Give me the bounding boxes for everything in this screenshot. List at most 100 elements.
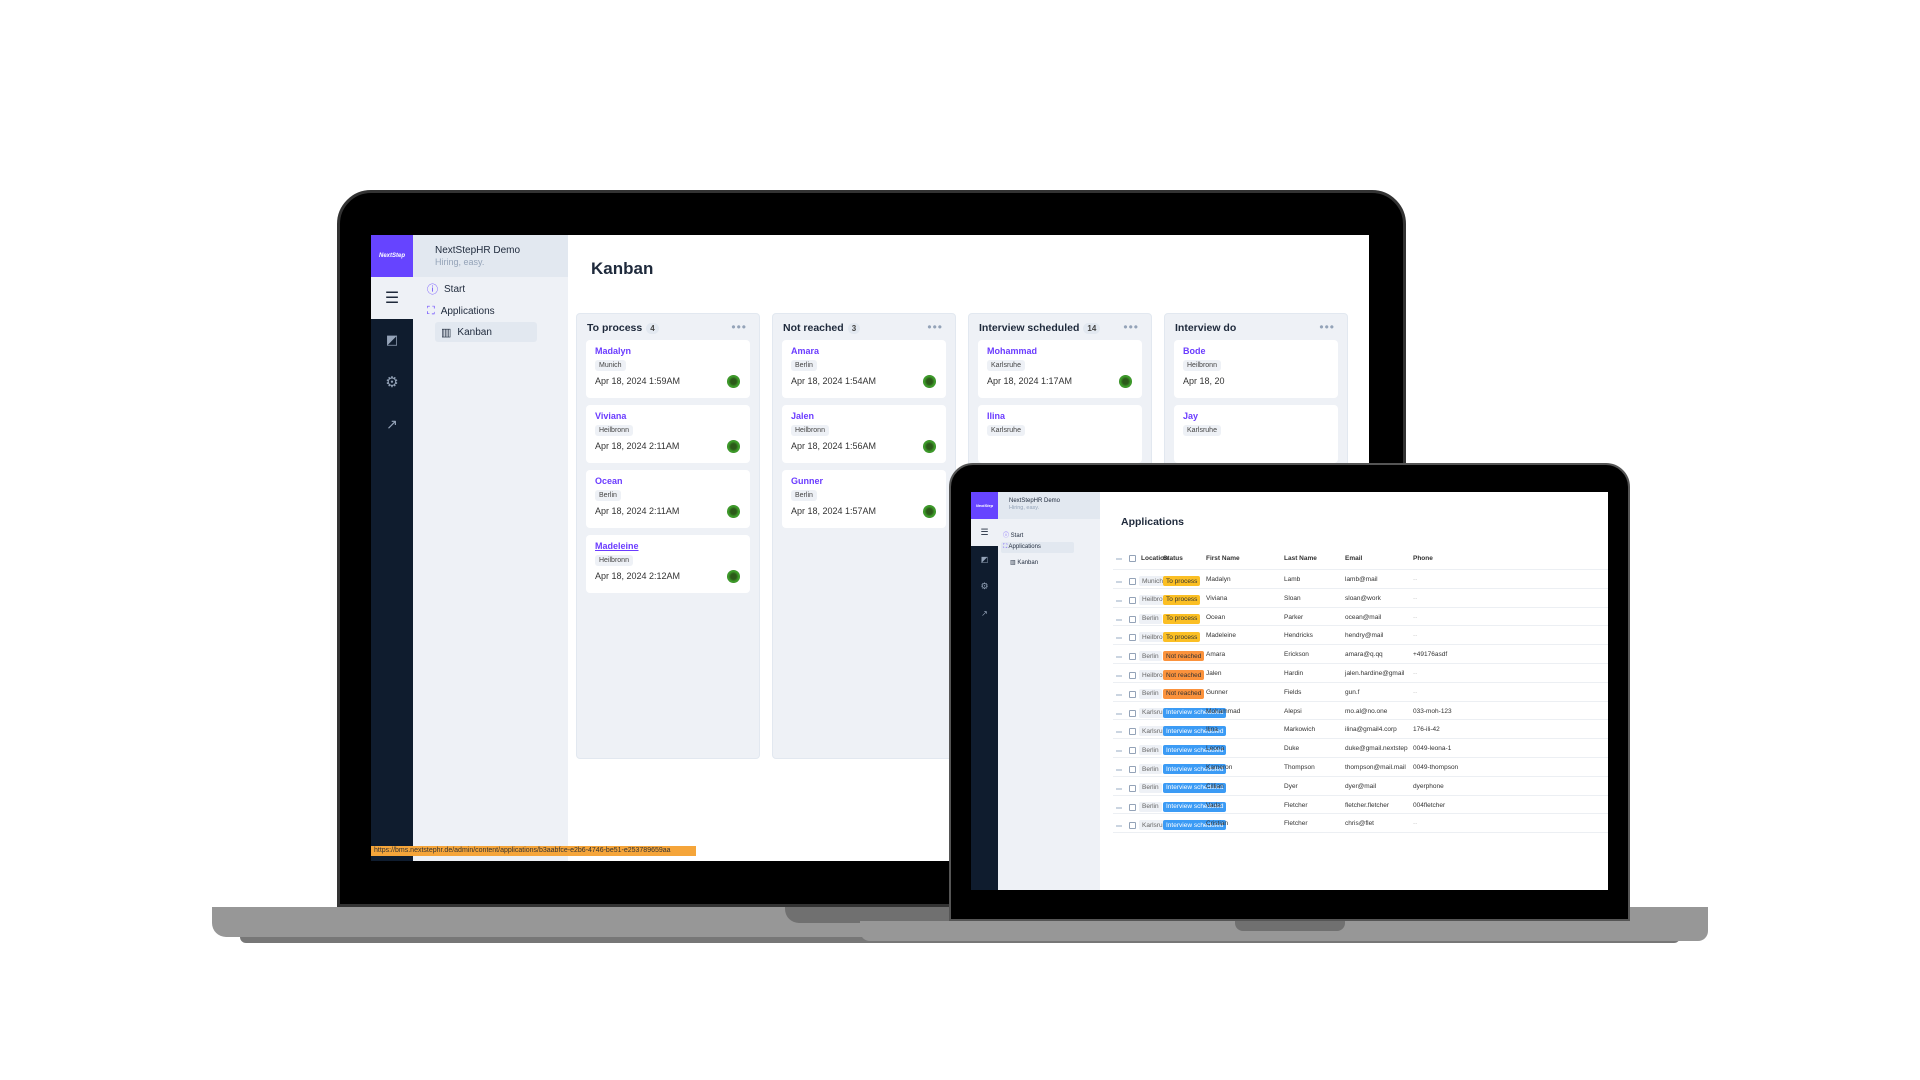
column-header[interactable]: Status xyxy=(1163,555,1183,562)
candidate-name[interactable]: Mohammad xyxy=(987,346,1037,356)
drag-handle-icon[interactable] xyxy=(1116,787,1122,790)
more-options-icon[interactable]: ••• xyxy=(731,320,747,334)
more-options-icon[interactable]: ••• xyxy=(1319,320,1335,334)
nav-item-applications[interactable]: ⛶ Applications xyxy=(1001,542,1074,553)
application-card[interactable]: Amara Berlin Apr 18, 2024 1:54AM xyxy=(782,340,946,398)
application-card[interactable]: Ilina Karlsruhe xyxy=(978,405,1142,463)
row-checkbox[interactable] xyxy=(1129,596,1136,604)
gear-icon[interactable]: ⚙ xyxy=(371,361,413,403)
gear-icon[interactable]: ⚙ xyxy=(971,573,998,600)
drag-handle-icon[interactable] xyxy=(1116,712,1122,715)
candidate-name[interactable]: Madalyn xyxy=(595,346,631,356)
table-row[interactable]: Berlin Interview scheduled Leona Duke duke@g… xyxy=(1113,739,1608,758)
row-checkbox[interactable] xyxy=(1129,690,1136,698)
nav-item-label: Kanban xyxy=(1017,560,1039,566)
application-card[interactable]: Viviana Heilbronn Apr 18, 2024 2:11AM xyxy=(586,405,750,463)
application-card[interactable]: Mohammad Karlsruhe Apr 18, 2024 1:17AM xyxy=(978,340,1142,398)
nav-item-start[interactable]: ⓘ Start xyxy=(427,280,557,298)
drag-handle-icon[interactable] xyxy=(1116,769,1122,771)
row-checkbox[interactable] xyxy=(1129,766,1136,773)
row-checkbox[interactable] xyxy=(1129,728,1136,736)
table-row[interactable]: Berlin Interview scheduled Kameron Thompson… xyxy=(1113,758,1608,777)
sort-icon[interactable] xyxy=(1116,558,1122,560)
table-row[interactable]: Berlin Interview scheduled Cillian Dyer dyer… xyxy=(1113,777,1608,796)
candidate-name[interactable]: Ocean xyxy=(595,476,623,486)
table-row[interactable]: Heilbronn To process Viviana Sloan sloan@wor… xyxy=(1113,589,1608,608)
application-card[interactable]: Ocean Berlin Apr 18, 2024 2:11AM xyxy=(586,470,750,528)
rail-item-content[interactable]: ☰ xyxy=(371,277,413,319)
column-header[interactable]: Last Name xyxy=(1284,555,1317,562)
cell-last: Duke xyxy=(1284,745,1300,753)
candidate-name[interactable]: Gunner xyxy=(791,476,823,486)
more-options-icon[interactable]: ••• xyxy=(927,320,943,334)
row-checkbox[interactable] xyxy=(1129,822,1136,830)
more-options-icon[interactable]: ••• xyxy=(1123,320,1139,334)
table-row[interactable]: Munich To process Madalyn Lamb lamb@mail -- xyxy=(1113,570,1608,589)
drag-handle-icon[interactable] xyxy=(1116,581,1122,583)
candidate-name[interactable]: Ilina xyxy=(987,411,1005,421)
candidate-name[interactable]: Jay xyxy=(1183,411,1198,421)
drag-handle-icon[interactable] xyxy=(1116,618,1122,621)
column-header[interactable]: First Name xyxy=(1206,555,1240,562)
arrow-up-right-icon[interactable]: ↗ xyxy=(371,403,413,445)
arrow-up-right-icon[interactable]: ↗ xyxy=(971,600,998,627)
table-row[interactable]: Karlsruhe Interview scheduled Mohammad Alep… xyxy=(1113,702,1608,721)
column-header[interactable]: Phone xyxy=(1413,555,1433,562)
table-row[interactable]: Berlin Not reached Amara Erickson amara@q.qq… xyxy=(1113,645,1608,664)
application-card[interactable]: Madalyn Munich Apr 18, 2024 1:59AM xyxy=(586,340,750,398)
column-header[interactable]: Email xyxy=(1345,555,1362,562)
table-row[interactable]: Karlsruhe Interview scheduled Cristian Flet… xyxy=(1113,814,1608,834)
chart-icon[interactable]: ◩ xyxy=(371,319,413,361)
candidate-name[interactable]: Jalen xyxy=(791,411,814,421)
drag-handle-icon[interactable] xyxy=(1116,693,1122,696)
brand-logo[interactable]: NextStep xyxy=(371,235,413,277)
drag-handle-icon[interactable] xyxy=(1116,750,1122,753)
location-tag: Berlin xyxy=(1139,651,1162,662)
table-row[interactable]: Berlin Interview scheduled Vada Fletcher fle… xyxy=(1113,796,1608,815)
nav-item-applications[interactable]: ⛶ Applications xyxy=(427,302,557,320)
nav-item-kanban[interactable]: ▥ Kanban xyxy=(1010,559,1038,566)
select-all-checkbox[interactable] xyxy=(1129,555,1136,562)
table-row[interactable]: Berlin Not reached Gunner Fields gun.f -- xyxy=(1113,683,1608,702)
row-checkbox[interactable] xyxy=(1129,709,1136,717)
row-checkbox[interactable] xyxy=(1129,653,1136,661)
database-icon[interactable]: ☰ xyxy=(971,519,998,546)
row-checkbox[interactable] xyxy=(1129,784,1136,792)
brand-logo[interactable]: NextStep xyxy=(971,492,998,519)
candidate-name[interactable]: Amara xyxy=(791,346,819,356)
drag-handle-icon[interactable] xyxy=(1116,675,1122,677)
kanban-column: To process 4 ••• Madalyn Munich Apr 18, 2024 … xyxy=(576,313,760,759)
table-row[interactable]: Karlsruhe Interview scheduled Ilina Markowi… xyxy=(1113,720,1608,740)
drag-handle-icon[interactable] xyxy=(1116,825,1122,828)
nav-item-label: Start xyxy=(444,283,466,295)
drag-handle-icon[interactable] xyxy=(1116,599,1122,602)
nav-item-kanban[interactable]: ▥ Kanban xyxy=(435,322,537,342)
application-card[interactable]: Jalen Heilbronn Apr 18, 2024 1:56AM xyxy=(782,405,946,463)
cell-phone: 0049-leona-1 xyxy=(1413,745,1452,753)
row-checkbox[interactable] xyxy=(1129,615,1136,623)
application-card[interactable]: Madeleine Heilbronn Apr 18, 2024 2:12AM xyxy=(586,535,750,593)
row-checkbox[interactable] xyxy=(1129,672,1136,679)
drag-handle-icon[interactable] xyxy=(1116,731,1122,734)
application-card[interactable]: Gunner Berlin Apr 18, 2024 1:57AM xyxy=(782,470,946,528)
candidate-name[interactable]: Bode xyxy=(1183,346,1206,356)
tablet-notch xyxy=(1235,921,1345,931)
cell-phone: -- xyxy=(1413,613,1418,621)
drag-handle-icon[interactable] xyxy=(1116,806,1122,809)
row-checkbox[interactable] xyxy=(1129,578,1136,585)
row-checkbox[interactable] xyxy=(1129,803,1136,811)
application-card[interactable]: Bode Heilbronn Apr 18, 20 xyxy=(1174,340,1338,398)
application-card[interactable]: Jay Karlsruhe xyxy=(1174,405,1338,463)
row-checkbox[interactable] xyxy=(1129,634,1136,642)
drag-handle-icon[interactable] xyxy=(1116,637,1122,640)
table-row[interactable]: Berlin To process Ocean Parker ocean@mail -- xyxy=(1113,608,1608,627)
candidate-name[interactable]: Viviana xyxy=(595,411,626,421)
table-row[interactable]: Heilbronn To process Madeleine Hendricks hen… xyxy=(1113,626,1608,646)
table-row[interactable]: Heilbronn Not reached Jalen Hardin jalen.har… xyxy=(1113,664,1608,683)
candidate-name[interactable]: Madeleine xyxy=(595,541,639,551)
row-checkbox[interactable] xyxy=(1129,747,1136,755)
chart-icon[interactable]: ◩ xyxy=(971,546,998,573)
column-title-text: To process xyxy=(587,322,643,334)
drag-handle-icon[interactable] xyxy=(1116,656,1122,659)
nav-item-start[interactable]: ⓘ Start xyxy=(1003,530,1023,539)
